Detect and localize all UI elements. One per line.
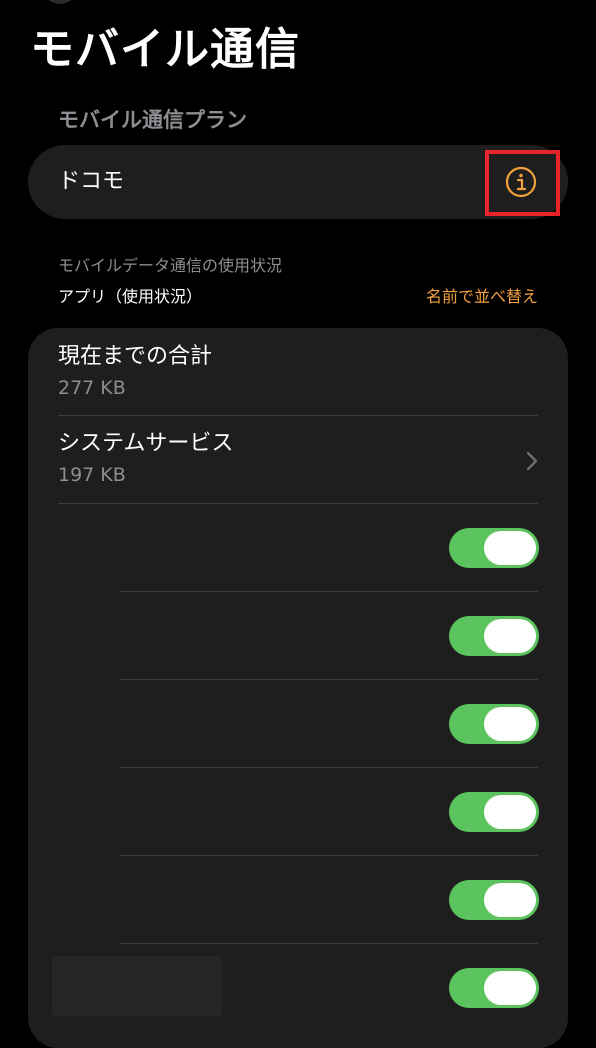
toggle-knob bbox=[484, 971, 536, 1005]
page-title: モバイル通信 bbox=[30, 24, 300, 75]
toggle-knob bbox=[484, 707, 536, 741]
highlight-box bbox=[485, 150, 560, 216]
plan-section-header: モバイル通信プラン bbox=[58, 108, 247, 132]
system-services-value: 197 KB bbox=[58, 464, 126, 486]
system-services-title: システムサービス bbox=[58, 431, 234, 456]
back-button[interactable] bbox=[42, 0, 78, 4]
app-data-toggle[interactable] bbox=[449, 528, 539, 568]
app-data-toggle[interactable] bbox=[449, 968, 539, 1008]
usage-section-header: モバイルデータ通信の使用状況 bbox=[58, 256, 283, 275]
toggle-knob bbox=[484, 883, 536, 917]
app-data-toggle[interactable] bbox=[449, 616, 539, 656]
sort-by-name-button[interactable]: 名前で並べ替え bbox=[426, 286, 538, 308]
toggle-knob bbox=[484, 795, 536, 829]
system-services-row[interactable]: システムサービス 197 KB bbox=[28, 416, 568, 504]
apps-usage-label: アプリ（使用状況） bbox=[58, 287, 203, 306]
chevron-right-icon bbox=[524, 450, 540, 472]
toggle-knob bbox=[484, 531, 536, 565]
plan-name: ドコモ bbox=[58, 169, 125, 194]
total-usage-title: 現在までの合計 bbox=[58, 344, 213, 369]
total-usage-row: 現在までの合計 277 KB bbox=[28, 328, 568, 416]
total-usage-value: 277 KB bbox=[58, 377, 126, 399]
app-data-toggle[interactable] bbox=[449, 792, 539, 832]
toggle-knob bbox=[484, 619, 536, 653]
app-data-toggle[interactable] bbox=[449, 704, 539, 744]
app-data-toggle[interactable] bbox=[449, 880, 539, 920]
usage-card: 現在までの合計 277 KB システムサービス 197 KB bbox=[28, 328, 568, 1048]
